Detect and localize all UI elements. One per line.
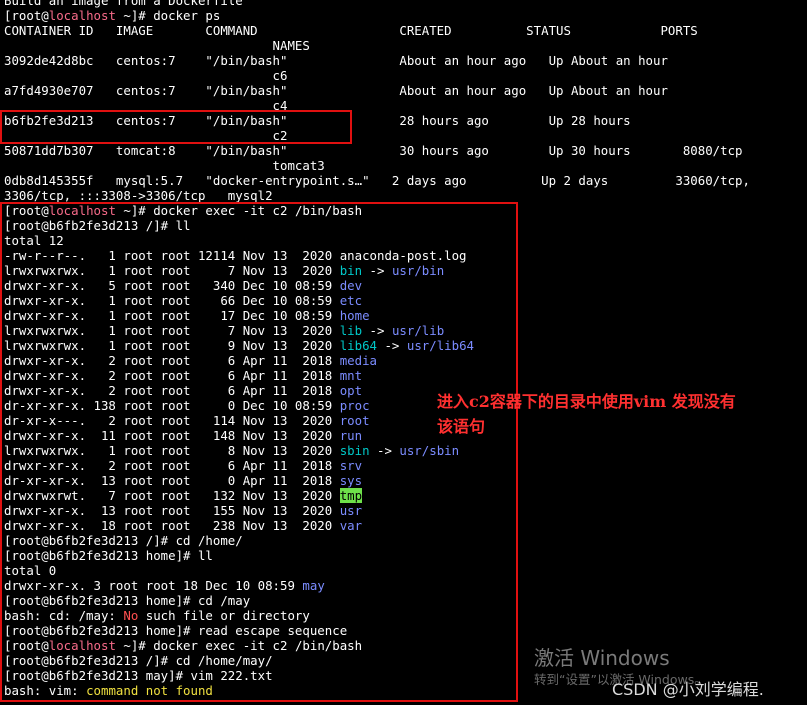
highlight-box-session bbox=[0, 202, 518, 702]
terminal-line: 3306/tcp, :::3308->3306/tcp mysql2 bbox=[4, 188, 273, 203]
terminal-line: CONTAINER ID IMAGE COMMAND CREATED STATU… bbox=[4, 23, 698, 38]
terminal-text: 50871dd7b307 tomcat:8 "/bin/bash" 30 hou… bbox=[4, 143, 743, 158]
activate-windows-title: 激活 Windows bbox=[534, 646, 670, 670]
terminal-text: 3306/tcp, :::3308->3306/tcp mysql2 bbox=[4, 188, 273, 203]
terminal-line: NAMES bbox=[4, 38, 310, 53]
annotation-line-2: 该语句 bbox=[437, 417, 486, 436]
terminal-text: localhost bbox=[48, 8, 116, 23]
terminal-text: 3092de42d8bc centos:7 "/bin/bash" About … bbox=[4, 53, 668, 68]
terminal-text: 0db8d145355f mysql:5.7 "docker-entrypoin… bbox=[4, 173, 750, 188]
terminal-text: c6 bbox=[4, 68, 288, 83]
terminal-text: ~]# docker ps bbox=[115, 8, 221, 23]
terminal-line: a7fd4930e707 centos:7 "/bin/bash" About … bbox=[4, 83, 668, 98]
terminal-text: a7fd4930e707 centos:7 "/bin/bash" About … bbox=[4, 83, 668, 98]
csdn-watermark: CSDN @小刘学编程. bbox=[612, 680, 764, 699]
terminal-text: tomcat3 bbox=[4, 158, 325, 173]
terminal-line: 0db8d145355f mysql:5.7 "docker-entrypoin… bbox=[4, 173, 750, 188]
terminal-line: [root@localhost ~]# docker ps bbox=[4, 8, 220, 23]
terminal-line: Build an image from a Dockerfile bbox=[4, 0, 243, 8]
terminal-line: tomcat3 bbox=[4, 158, 325, 173]
terminal-line: c6 bbox=[4, 68, 288, 83]
annotation-note: 进入c2容器下的目录中使用vim 发现没有 该语句 bbox=[437, 389, 797, 439]
terminal-line: 50871dd7b307 tomcat:8 "/bin/bash" 30 hou… bbox=[4, 143, 743, 158]
terminal-text: Build an image from a Dockerfile bbox=[4, 0, 243, 8]
annotation-line-1: 进入c2容器下的目录中使用vim 发现没有 bbox=[437, 392, 736, 411]
terminal-text: [root@ bbox=[4, 8, 49, 23]
terminal-text: CONTAINER ID IMAGE COMMAND CREATED STATU… bbox=[4, 23, 698, 38]
terminal-text: NAMES bbox=[4, 38, 310, 53]
terminal-line: 3092de42d8bc centos:7 "/bin/bash" About … bbox=[4, 53, 668, 68]
highlight-box-c2-row bbox=[0, 110, 352, 144]
